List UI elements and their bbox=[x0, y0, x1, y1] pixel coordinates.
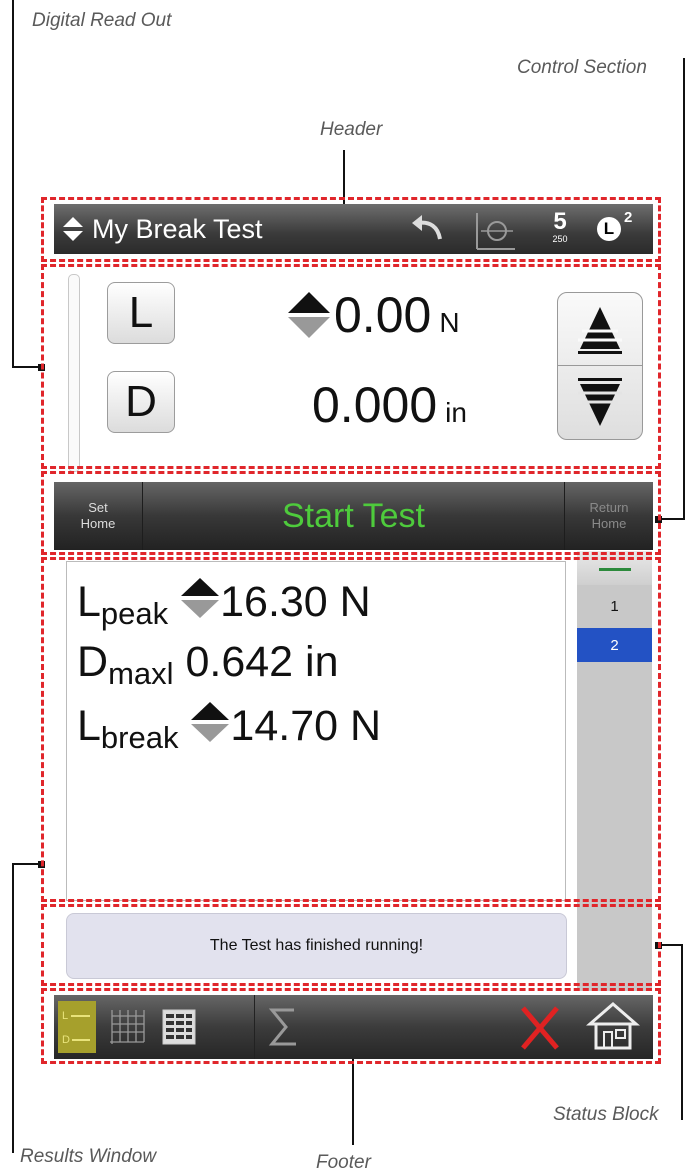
svg-text:D: D bbox=[62, 1034, 70, 1046]
jog-down-button[interactable] bbox=[558, 366, 642, 439]
distance-unit: in bbox=[445, 397, 467, 428]
table-view-icon[interactable] bbox=[158, 1002, 200, 1050]
return-home-button[interactable]: Return Home bbox=[565, 482, 653, 550]
distance-reading: 0.000 in bbox=[312, 376, 467, 434]
page-item-2[interactable]: 2 bbox=[577, 628, 652, 662]
lbreak-value: 14.70 N bbox=[230, 702, 382, 750]
load-key-button[interactable]: L bbox=[107, 282, 175, 344]
test-title[interactable]: My Break Test bbox=[92, 214, 263, 245]
dmax-symbol: D bbox=[77, 638, 109, 686]
lbreak-arrows-icon bbox=[191, 702, 230, 742]
load-value: 0.00 bbox=[334, 287, 432, 343]
return-home-label-2: Home bbox=[591, 516, 627, 531]
control-section: Set Home Start Test Return Home bbox=[54, 482, 653, 550]
jog-up-icon bbox=[578, 307, 622, 354]
load-unit: N bbox=[439, 307, 460, 338]
lpeak-symbol: L bbox=[77, 578, 101, 626]
speed-icon[interactable]: 5 250 bbox=[548, 208, 572, 245]
lbreak-symbol: L bbox=[77, 702, 101, 750]
set-home-button[interactable]: Set Home bbox=[54, 482, 142, 550]
callout-results-window: Results Window bbox=[20, 1146, 157, 1167]
lpeak-arrows-icon bbox=[181, 578, 220, 618]
jog-up-button[interactable] bbox=[558, 293, 642, 366]
load-tare-arrows-icon[interactable] bbox=[286, 290, 332, 340]
result-load-break: Lbreak 14.70 N bbox=[77, 700, 382, 755]
updown-arrow-icon[interactable] bbox=[62, 214, 84, 244]
callout-header: Header bbox=[320, 119, 383, 140]
results-window: Lpeak 16.30 N Dmaxl 0.642 in Lbreak 14.7… bbox=[66, 561, 566, 901]
set-home-label-1: Set bbox=[88, 500, 108, 515]
collapse-handle[interactable] bbox=[577, 551, 652, 585]
header-bar: My Break Test 5 250 L 2 bbox=[54, 204, 653, 254]
graph-view-icon[interactable] bbox=[106, 1002, 148, 1050]
graph-axis-icon[interactable] bbox=[471, 211, 515, 251]
status-message: The Test has finished running! bbox=[66, 913, 567, 979]
jog-down-icon bbox=[578, 378, 622, 426]
load-cell-number: 2 bbox=[624, 209, 633, 226]
load-cell-icon[interactable]: L 2 bbox=[597, 209, 632, 241]
lpeak-subscript: peak bbox=[100, 596, 169, 631]
home-icon[interactable] bbox=[586, 1000, 640, 1052]
start-test-button[interactable]: Start Test bbox=[142, 482, 565, 550]
result-load-peak: Lpeak 16.30 N bbox=[77, 576, 371, 631]
set-home-label-2: Home bbox=[80, 516, 116, 531]
undo-icon[interactable] bbox=[406, 211, 446, 247]
callout-digital-read-out: Digital Read Out bbox=[32, 10, 172, 31]
callout-status-block: Status Block bbox=[553, 1104, 659, 1125]
dro-scroll-rail[interactable] bbox=[68, 274, 80, 472]
statistics-icon[interactable] bbox=[264, 1002, 304, 1050]
lpeak-value: 16.30 N bbox=[220, 578, 371, 626]
speed-value: 5 bbox=[553, 208, 567, 235]
load-cell-letter: L bbox=[597, 217, 621, 241]
dro-view-button[interactable]: L D bbox=[58, 1001, 96, 1053]
svg-text:L: L bbox=[62, 1010, 68, 1022]
digital-read-out: L D 0.00 N 0.000 in bbox=[54, 262, 653, 476]
load-reading: 0.00 N bbox=[334, 286, 460, 344]
dro-view-icon: L D bbox=[62, 1010, 90, 1046]
jog-buttons bbox=[557, 292, 643, 440]
results-page-list: 1 2 bbox=[577, 551, 652, 991]
dmax-subscript: maxl bbox=[108, 656, 174, 691]
return-home-label-1: Return bbox=[589, 500, 629, 515]
speed-subvalue: 250 bbox=[552, 234, 568, 244]
lbreak-subscript: break bbox=[100, 720, 179, 755]
result-distance-max: Dmaxl 0.642 in bbox=[77, 638, 339, 691]
dmax-value: 0.642 in bbox=[185, 638, 339, 686]
cancel-icon[interactable] bbox=[517, 1002, 563, 1052]
callout-control-section: Control Section bbox=[517, 57, 647, 78]
page-item-1[interactable]: 1 bbox=[577, 589, 652, 623]
distance-key-button[interactable]: D bbox=[107, 371, 175, 433]
distance-value: 0.000 bbox=[312, 377, 438, 433]
footer-bar: L D bbox=[54, 995, 653, 1059]
